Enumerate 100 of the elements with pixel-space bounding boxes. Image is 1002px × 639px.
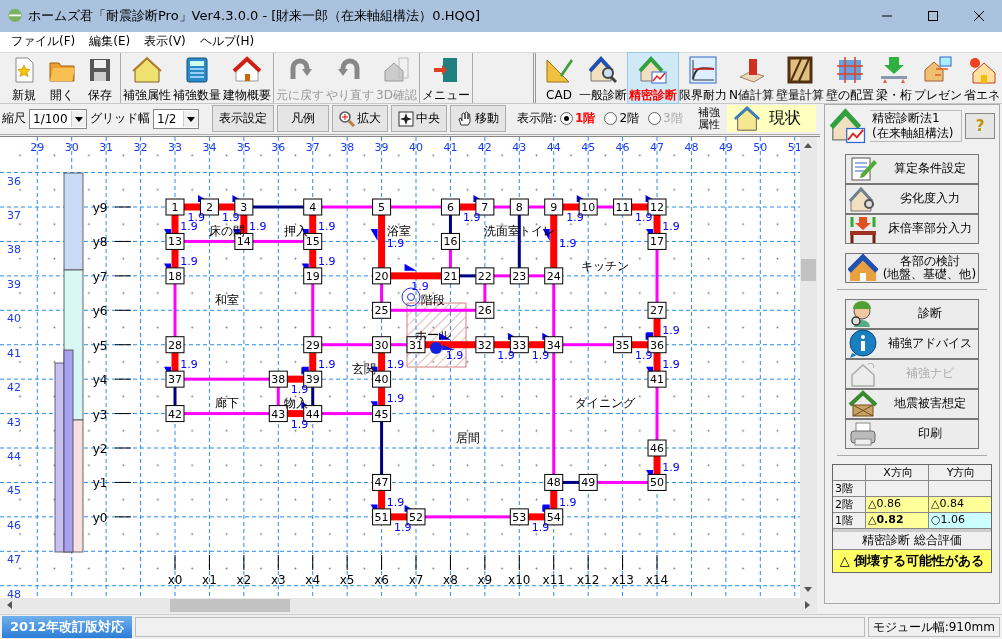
toolbar-button[interactable]: 壁量計算 — [775, 52, 825, 103]
axis-label: y9 — [92, 200, 108, 215]
toolbar-button[interactable]: 保存 — [81, 52, 119, 103]
axis-label: x13 — [611, 572, 634, 587]
opening-line — [380, 421, 384, 475]
axis-label: y4 — [92, 373, 108, 388]
wall-value: 1.9 — [386, 357, 405, 371]
node-label: 19 — [303, 267, 323, 285]
wall-value: 1.9 — [180, 220, 198, 234]
grid-width-label: グリッド幅 — [90, 110, 150, 128]
toolbar-button[interactable]: 開く — [43, 52, 81, 103]
toolbar-button[interactable]: CAD — [540, 52, 578, 103]
toolbar-button[interactable]: 限界耐力 — [678, 52, 728, 103]
menu-item[interactable]: 編集(E) — [82, 33, 138, 51]
toolbar-button[interactable]: 梁・桁 — [875, 52, 913, 103]
menu-item[interactable]: ヘルプ(H) — [192, 33, 262, 51]
ruler-label: 46 — [615, 140, 630, 154]
menu-item[interactable]: ファイル(F) — [4, 33, 83, 51]
magnifier-plus-icon — [339, 110, 355, 127]
wall-frame-icon — [785, 54, 815, 85]
ruler-label: 42 — [7, 381, 21, 395]
toolbar-button[interactable]: 補強属性 — [122, 52, 172, 103]
node-label: 13 — [165, 232, 185, 250]
partition-line — [380, 283, 384, 303]
toolbar-button[interactable]: プレゼン — [913, 52, 963, 103]
toolbar-button[interactable]: 新規 — [5, 52, 43, 103]
toolbar-button[interactable]: 省エネ — [963, 52, 1001, 103]
partition-line — [321, 343, 373, 347]
ruler-label: 31 — [99, 140, 114, 154]
node-label: 20 — [372, 267, 392, 285]
panel-button[interactable]: 床倍率部分入力 — [845, 213, 979, 244]
axis-label: x12 — [576, 572, 600, 587]
module-width: モジュール幅:910mm — [867, 617, 1000, 637]
ruler-label: 42 — [477, 140, 492, 154]
panel-button[interactable]: 診断 — [845, 298, 979, 329]
floor-radio[interactable]: 1階 — [560, 110, 596, 128]
vertical-scrollbar[interactable] — [800, 136, 817, 598]
partition-line — [655, 249, 659, 303]
house-icon — [848, 252, 878, 283]
panel-button[interactable]: 劣化度入力 — [845, 183, 979, 214]
toolbar-button[interactable]: 一般診断 — [578, 52, 628, 103]
ruler-label: 41 — [443, 140, 458, 154]
toolbar-button[interactable]: 移動 — [450, 105, 506, 133]
wall-value: 1.9 — [662, 220, 680, 234]
ruler-label: 32 — [133, 140, 148, 154]
wall-value: 1.9 — [386, 237, 405, 251]
axis-label: y2 — [92, 442, 108, 456]
node-label: 50 — [647, 473, 667, 491]
axis-label: y8 — [92, 235, 108, 250]
partition-line — [321, 412, 373, 416]
method-title: 精密診断法1 — [872, 110, 941, 126]
info-icon — [848, 328, 878, 359]
partition-line — [173, 283, 177, 337]
node-label: 49 — [578, 473, 598, 491]
panel-button[interactable]: 補強アドバイス — [845, 328, 979, 359]
toolbar-button[interactable]: 補強数量 — [172, 52, 222, 103]
node-label: 32 — [475, 336, 495, 354]
house-3d-icon — [381, 54, 412, 85]
toolbar-button[interactable]: 建物概要 — [222, 52, 272, 103]
partition-line — [321, 205, 373, 209]
opening-line — [173, 387, 177, 406]
ruler-label: 51 — [787, 140, 800, 154]
panel-button[interactable]: 各部の検討 (地盤、基礎、他) — [845, 252, 979, 283]
axis-label: y5 — [92, 338, 108, 353]
panel-button[interactable]: 印刷 — [845, 418, 979, 449]
ruler-label: 47 — [650, 140, 664, 154]
toolbar-button[interactable]: 壁の配置 — [825, 52, 875, 103]
wall-value: 1.9 — [317, 357, 336, 371]
method-subtitle: (在来軸組構法) — [872, 125, 955, 141]
ruler-label: 47 — [7, 553, 21, 567]
column-header: X方向 — [866, 464, 929, 480]
node-label: 38 — [268, 370, 288, 388]
ruler-label: 49 — [718, 140, 733, 154]
floor-radio[interactable]: 2階 — [604, 110, 640, 128]
scale-select[interactable]: 1/100 — [29, 108, 87, 129]
axis-label: x5 — [339, 572, 355, 587]
toolbar-button[interactable]: N値計算 — [728, 52, 775, 103]
menu-item[interactable]: 表示(V) — [137, 33, 193, 51]
grid-width-select[interactable]: 1/2 — [153, 108, 199, 129]
wall-value: 1.9 — [662, 357, 680, 371]
toolbar-button[interactable]: 中央 — [391, 105, 447, 133]
room-label: 和室 — [214, 293, 239, 308]
toolbar-button[interactable]: 拡大 — [332, 105, 388, 133]
panel-button[interactable]: 地震被害想定 — [845, 388, 979, 419]
axis-label: x1 — [202, 572, 217, 587]
ruler-label: 44 — [7, 450, 21, 463]
bearing-wall — [370, 214, 386, 268]
node-label: 6 — [440, 198, 460, 216]
toolbar-button[interactable]: 凡例 — [277, 105, 329, 133]
toolbar-button[interactable]: 表示設定 — [212, 105, 274, 133]
wall-value: 1.9 — [180, 254, 198, 268]
wall-value: 1.9 — [386, 495, 405, 509]
node-label: 24 — [544, 267, 564, 285]
verdict: △ 倒壊する可能性がある — [833, 549, 991, 572]
ruler-label: 45 — [7, 484, 21, 498]
axis-label: x9 — [477, 572, 493, 587]
toolbar-button[interactable]: メニュー — [420, 52, 471, 103]
partition-line — [252, 239, 304, 243]
panel-button[interactable]: 算定条件設定 — [845, 153, 979, 184]
node-label: 11 — [613, 198, 633, 216]
